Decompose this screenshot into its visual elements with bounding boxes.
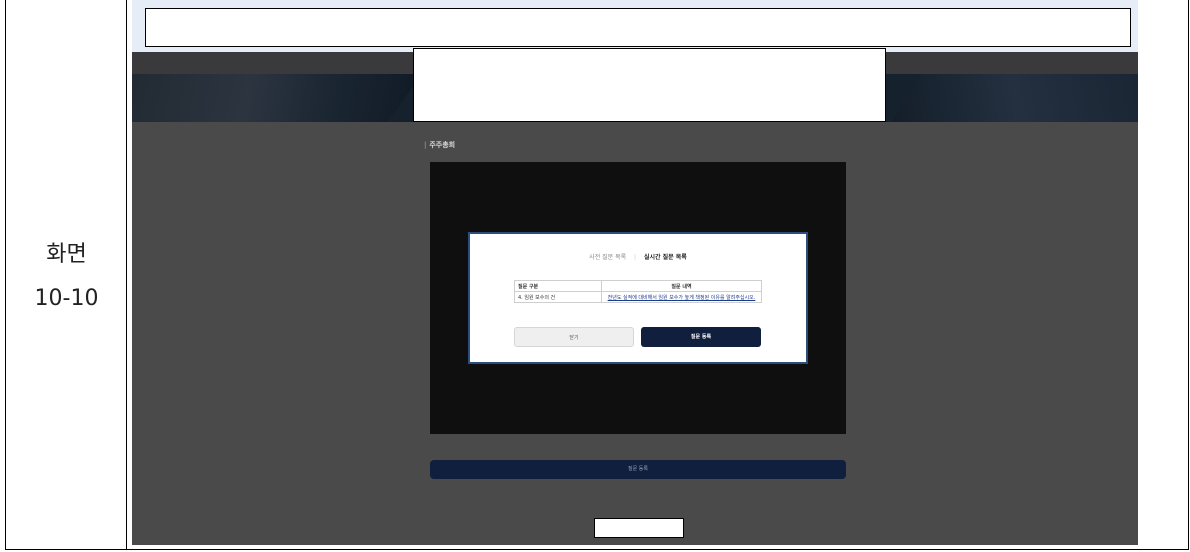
question-table: 질문 구분 질문 내역 4. 임원 보수의 건 전년도 실적에 대비해서 임원 … bbox=[514, 280, 762, 303]
register-question-button[interactable]: 질문 등록 bbox=[430, 460, 846, 479]
page-title: | 주주총회 bbox=[424, 140, 455, 150]
table-header-row: 질문 구분 질문 내역 bbox=[514, 280, 762, 292]
question-category-cell: 4. 임원 보수의 건 bbox=[514, 291, 602, 303]
screen-label-cell: 화면 10-10 bbox=[6, 0, 127, 549]
column-header-category: 질문 구분 bbox=[514, 280, 602, 292]
question-modal: 사전 질문 목록 | 실시간 질문 목록 질문 구분 질문 내역 4. 임원 보… bbox=[468, 232, 808, 364]
modal-tabs: 사전 질문 목록 | 실시간 질문 목록 bbox=[470, 252, 806, 261]
submit-question-button[interactable]: 질문 등록 bbox=[641, 327, 761, 347]
screenshot-panel: | 주주총회 사전 질문 목록 | 실시간 질문 목록 질문 구분 질문 내역 4… bbox=[132, 0, 1138, 545]
hero-decoration-left bbox=[132, 74, 422, 122]
screen-label-title: 화면 bbox=[46, 242, 87, 267]
table-row[interactable]: 4. 임원 보수의 건 전년도 실적에 대비해서 임원 보수가 높게 책정된 이… bbox=[514, 291, 762, 303]
close-button[interactable]: 닫기 bbox=[514, 327, 634, 347]
redacted-footer bbox=[594, 518, 684, 538]
title-bar: | bbox=[424, 141, 427, 149]
hero-decoration-right bbox=[892, 74, 1138, 122]
column-header-content: 질문 내역 bbox=[601, 280, 762, 292]
redacted-address-bar bbox=[145, 8, 1131, 47]
tab-pre-questions[interactable]: 사전 질문 목록 bbox=[589, 254, 626, 261]
redacted-logo bbox=[413, 48, 886, 122]
question-content-link[interactable]: 전년도 실적에 대비해서 임원 보수가 높게 책정된 이유를 알려주십시오. bbox=[601, 291, 762, 303]
screen-label-number: 10-10 bbox=[34, 286, 99, 311]
page-title-text: 주주총회 bbox=[429, 141, 456, 149]
tab-separator: | bbox=[634, 254, 637, 261]
tab-live-questions[interactable]: 실시간 질문 목록 bbox=[644, 254, 687, 261]
